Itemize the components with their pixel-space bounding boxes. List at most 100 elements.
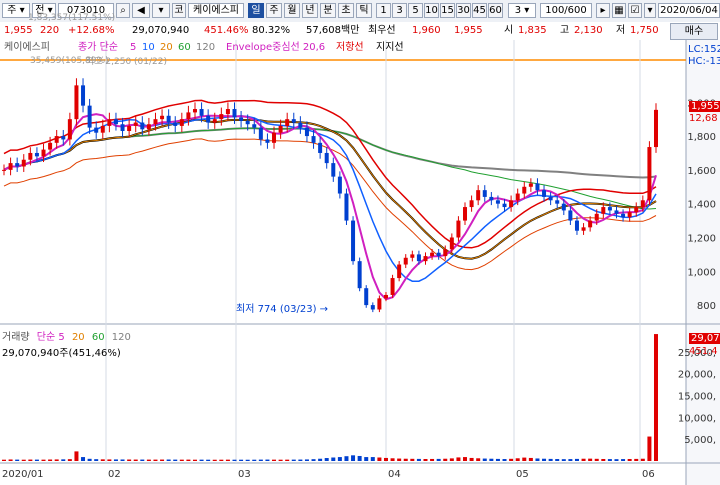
ma20-legend: 20 bbox=[160, 42, 173, 53]
candle-body bbox=[81, 85, 86, 106]
volume-bar bbox=[318, 458, 323, 461]
open-price: 1,835 bbox=[518, 25, 547, 36]
price-tick-label: 1,800 bbox=[687, 132, 716, 143]
candle-body bbox=[344, 193, 349, 221]
candle-body bbox=[48, 142, 53, 150]
volume-bar bbox=[555, 459, 560, 461]
interval-45-button[interactable]: 45 bbox=[472, 3, 487, 18]
arrow-down-icon[interactable]: ▾ bbox=[644, 3, 656, 18]
period-minute-button[interactable]: 분 bbox=[320, 3, 336, 18]
speaker-icon[interactable]: ◀ bbox=[132, 3, 150, 18]
volume-bar bbox=[81, 457, 86, 461]
volume-pct-tag: 451.4 bbox=[689, 346, 718, 357]
x-tick-label: 2020/01 bbox=[2, 469, 44, 480]
volume-bar bbox=[351, 455, 356, 461]
volume-bar bbox=[574, 458, 579, 461]
code-type-select[interactable]: 주 ▾ bbox=[2, 3, 30, 18]
candle-body bbox=[430, 252, 435, 257]
x-tick-label: 02 bbox=[108, 469, 121, 480]
interval-60-button[interactable]: 60 bbox=[488, 3, 503, 18]
price-volume-chart[interactable]: 8001,0001,2001,4001,6001,8002,0005,000,1… bbox=[0, 40, 720, 485]
market-button[interactable]: 코 bbox=[172, 3, 186, 18]
candle-body bbox=[581, 227, 586, 231]
interval-3-button[interactable]: 3 bbox=[392, 3, 407, 18]
period-tick-button[interactable]: 틱 bbox=[356, 3, 372, 18]
count-input[interactable]: 100/600 bbox=[540, 3, 592, 18]
volume-bar bbox=[509, 458, 514, 461]
candle-body bbox=[219, 114, 224, 120]
candle-body bbox=[555, 200, 560, 204]
volume-bar bbox=[647, 436, 652, 461]
volume-bar bbox=[456, 457, 461, 461]
candle-body bbox=[463, 207, 468, 221]
volume-bar bbox=[357, 455, 362, 461]
arrow-down-icon[interactable]: ▾ bbox=[152, 3, 170, 18]
price-tick-label: 1,200 bbox=[687, 233, 716, 244]
price-tick-label: 1,400 bbox=[687, 200, 716, 211]
volume-bar bbox=[476, 458, 481, 461]
volume-bar bbox=[416, 458, 421, 461]
candle-body bbox=[252, 124, 257, 128]
volume-bar bbox=[153, 459, 158, 461]
interval-5-button[interactable]: 5 bbox=[408, 3, 423, 18]
volume-bar bbox=[272, 459, 277, 461]
volume-bar bbox=[199, 459, 204, 461]
candle-body bbox=[383, 294, 388, 299]
candle-body bbox=[476, 190, 481, 201]
candle-body bbox=[318, 142, 323, 153]
search-icon[interactable]: ⌕ bbox=[116, 3, 130, 18]
volume-bar bbox=[15, 459, 20, 461]
candle-body bbox=[357, 261, 362, 289]
chart-icon[interactable]: ▦ bbox=[612, 3, 626, 18]
volume-ma-label: 단순 5 bbox=[36, 332, 65, 343]
low-label: 저 bbox=[616, 25, 626, 36]
interval-15-button[interactable]: 15 bbox=[440, 3, 455, 18]
candle-body bbox=[634, 207, 639, 213]
volume-bar bbox=[212, 459, 217, 461]
volume-bar bbox=[568, 459, 573, 461]
date-input[interactable]: 2020/06/04 bbox=[658, 3, 720, 18]
volume-bar bbox=[436, 458, 441, 461]
candle-body bbox=[304, 127, 309, 137]
volume-bar bbox=[219, 459, 224, 461]
checkbox-icon[interactable]: ☑ bbox=[628, 3, 642, 18]
period-day-button[interactable]: 일 bbox=[248, 3, 264, 18]
volume-bar bbox=[377, 457, 382, 461]
price-tick-label: 1,600 bbox=[687, 166, 716, 177]
arrow-right-icon[interactable]: ▸ bbox=[596, 3, 610, 18]
volume-bar bbox=[48, 459, 53, 461]
candle-body bbox=[403, 257, 408, 265]
volume-bar bbox=[515, 458, 520, 461]
candle-body bbox=[337, 176, 342, 194]
period-year-button[interactable]: 년 bbox=[302, 3, 318, 18]
current-price: 1,955 bbox=[4, 25, 33, 36]
candle-body bbox=[206, 115, 211, 123]
interval-select[interactable]: 3 ▾ bbox=[508, 3, 536, 18]
candle-body bbox=[120, 124, 125, 131]
volume-bar bbox=[588, 458, 593, 461]
volume-bar bbox=[522, 457, 527, 461]
candle-body bbox=[107, 119, 112, 126]
period-week-button[interactable]: 주 bbox=[266, 3, 282, 18]
volume-bar bbox=[107, 459, 112, 461]
candle-body bbox=[449, 237, 454, 250]
candle-body bbox=[272, 132, 277, 143]
interval-1-button[interactable]: 1 bbox=[376, 3, 391, 18]
period-month-button[interactable]: 월 bbox=[284, 3, 300, 18]
interval-10-button[interactable]: 10 bbox=[424, 3, 439, 18]
candle-body bbox=[28, 152, 33, 160]
candle-body bbox=[502, 203, 507, 208]
candle-body bbox=[285, 119, 290, 126]
candle-body bbox=[258, 127, 263, 140]
buy-button[interactable]: 매수 bbox=[670, 23, 718, 40]
period-second-button[interactable]: 초 bbox=[338, 3, 354, 18]
resistance-legend: 저항선 bbox=[336, 42, 364, 53]
high-label: 고 bbox=[560, 25, 570, 36]
candle-body bbox=[377, 298, 382, 310]
candle-body bbox=[160, 115, 165, 120]
interval-30-button[interactable]: 30 bbox=[456, 3, 471, 18]
high-price: 2,130 bbox=[574, 25, 603, 36]
volume-bar bbox=[304, 459, 309, 461]
volume-bar bbox=[607, 459, 612, 461]
candle-body bbox=[654, 109, 658, 148]
